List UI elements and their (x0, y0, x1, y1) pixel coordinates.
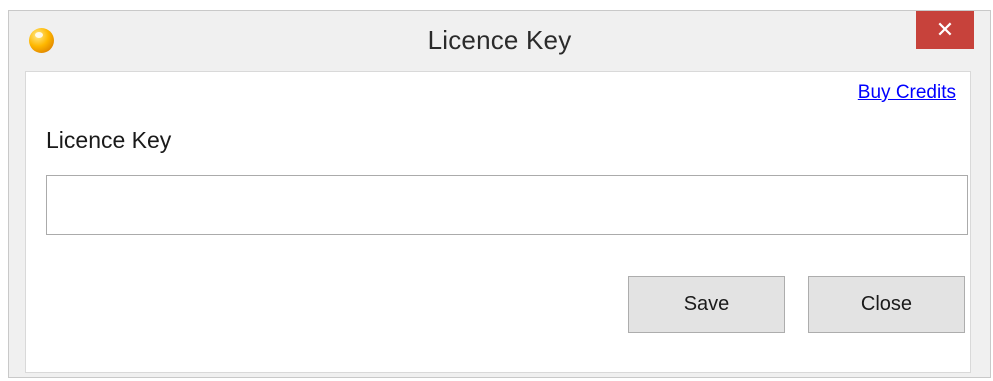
close-button[interactable]: Close (808, 276, 965, 333)
window-title: Licence Key (427, 25, 572, 55)
title-bar[interactable]: Licence Key ✕ (9, 11, 990, 71)
close-icon: ✕ (935, 17, 955, 42)
window-close-button[interactable]: ✕ (916, 11, 974, 49)
save-button[interactable]: Save (628, 276, 785, 333)
dialog-content: Buy Credits Licence Key Save Close (25, 71, 971, 373)
licence-key-label: Licence Key (46, 127, 172, 153)
licence-key-input[interactable] (46, 175, 968, 235)
licence-key-dialog: Licence Key ✕ Buy Credits Licence Key Sa… (8, 10, 991, 378)
buy-credits-link[interactable]: Buy Credits (858, 82, 956, 104)
